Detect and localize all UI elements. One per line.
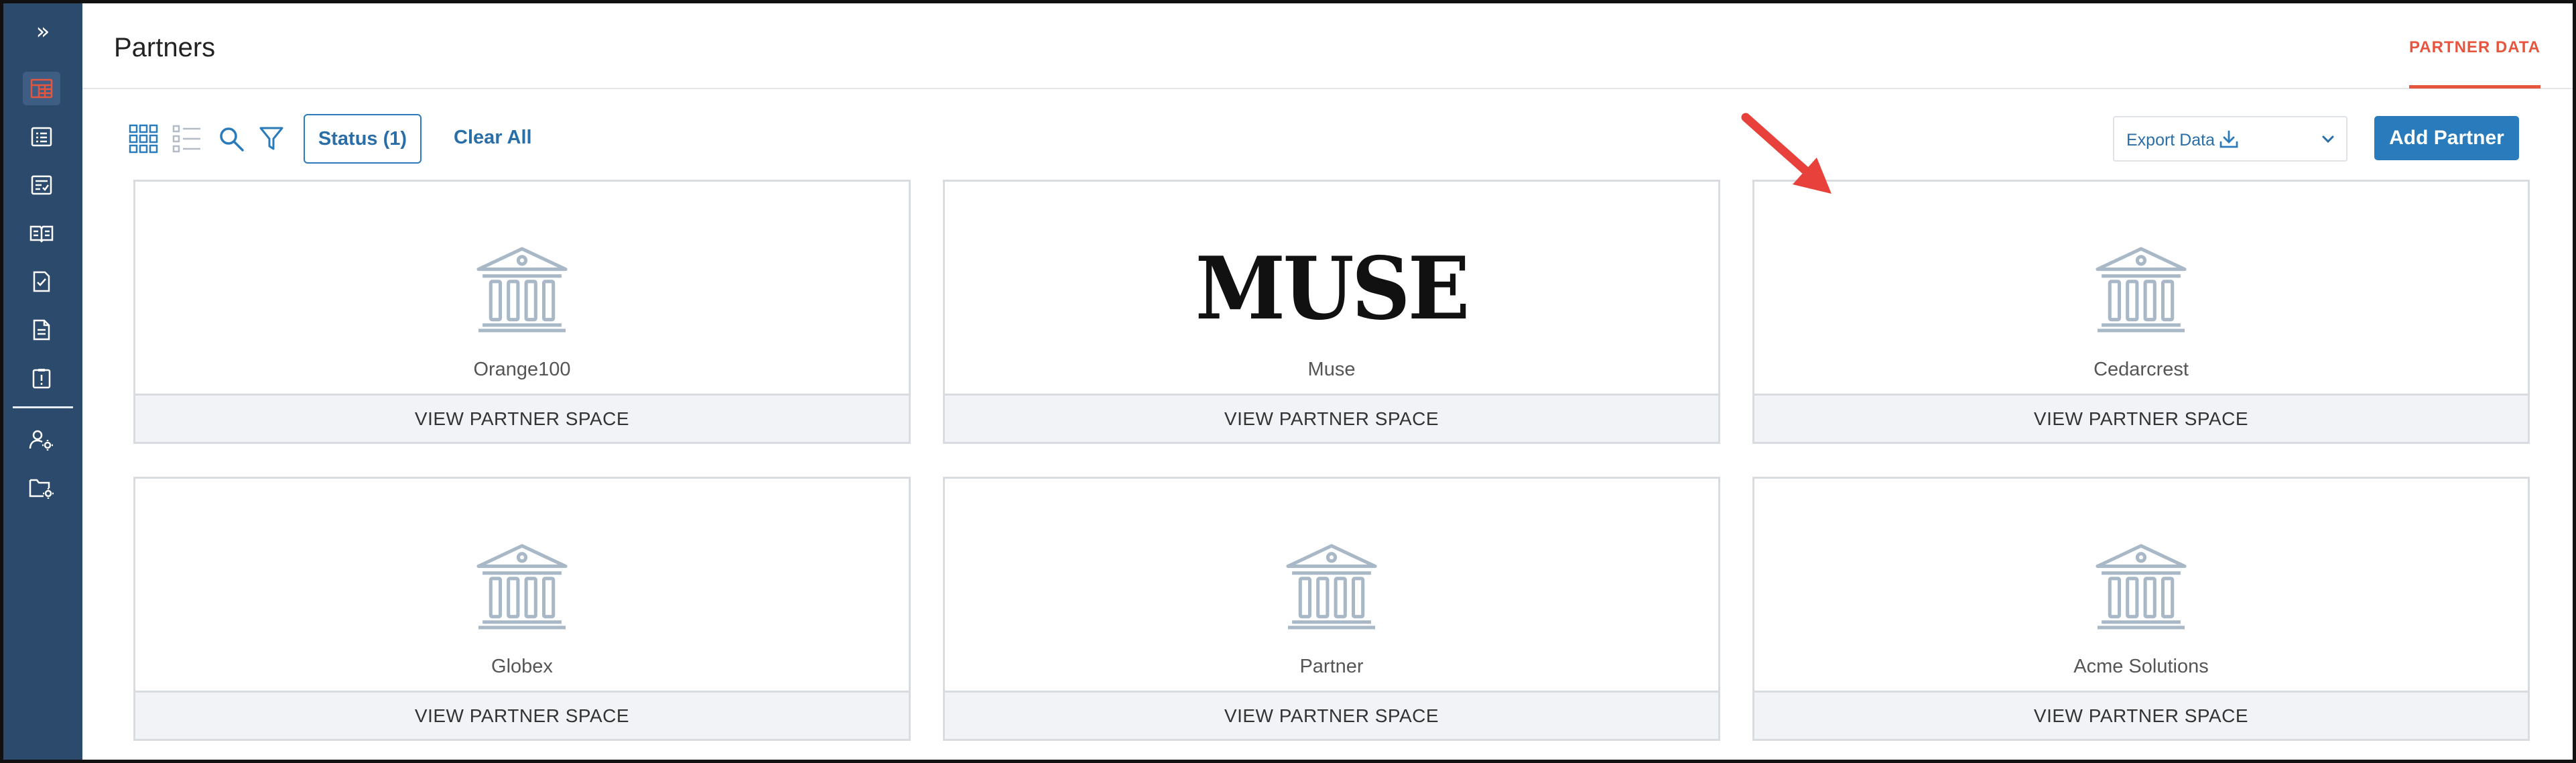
folder-gear-icon — [29, 479, 54, 499]
partner-logo — [1754, 539, 2528, 633]
chevron-down-icon — [2322, 135, 2334, 143]
sidebar-item-user-settings[interactable] — [23, 423, 60, 457]
sidebar-item-checklist[interactable] — [23, 168, 60, 202]
search-icon — [220, 127, 244, 152]
clear-all-link[interactable]: Clear All — [454, 127, 532, 149]
view-partner-space-button[interactable]: VIEW PARTNER SPACE — [1754, 691, 2528, 739]
list-view-button[interactable] — [170, 123, 204, 155]
clipboard-alert-icon — [32, 369, 51, 389]
sidebar-divider — [13, 406, 73, 408]
list-box-icon — [31, 127, 52, 147]
building-icon — [2093, 542, 2189, 630]
sidebar-item-folder-settings[interactable] — [23, 471, 60, 505]
sidebar: » — [3, 3, 82, 760]
view-partner-space-button[interactable]: VIEW PARTNER SPACE — [1754, 394, 2528, 442]
partner-logo — [135, 539, 909, 633]
partner-card[interactable]: Globex VIEW PARTNER SPACE — [133, 477, 911, 741]
muse-logo-text: MUSE — [1196, 239, 1470, 339]
partner-logo — [1754, 242, 2528, 336]
partner-card[interactable]: MUSE Muse VIEW PARTNER SPACE — [943, 180, 1720, 444]
download-icon — [2219, 130, 2238, 148]
sidebar-item-clipboard-alert[interactable] — [23, 361, 60, 395]
export-data-label: Export Data — [2126, 131, 2215, 150]
sidebar-item-book[interactable] — [23, 217, 60, 250]
building-grid-icon — [30, 78, 53, 99]
partner-name: Cedarcrest — [2094, 359, 2189, 380]
partner-card[interactable]: Cedarcrest VIEW PARTNER SPACE — [1752, 180, 2530, 444]
annotation-arrow-icon — [1741, 113, 1831, 194]
building-icon — [2093, 245, 2189, 333]
partner-logo — [945, 539, 1718, 633]
building-icon — [1283, 542, 1380, 630]
filter-button[interactable] — [254, 123, 289, 155]
view-partner-space-button[interactable]: VIEW PARTNER SPACE — [135, 394, 909, 442]
page-header: Partners PARTNER DATA — [82, 3, 2573, 89]
tab-partner-data[interactable]: PARTNER DATA — [2409, 38, 2540, 89]
partner-name: Orange100 — [473, 359, 571, 380]
partner-name: Muse — [1307, 359, 1356, 380]
sidebar-item-list[interactable] — [23, 120, 60, 154]
partner-name: Globex — [491, 656, 553, 677]
partner-card[interactable]: Acme Solutions VIEW PARTNER SPACE — [1752, 477, 2530, 741]
document-check-icon — [33, 271, 50, 292]
app-frame: » Partners PARTNER DATA Status (1) Clear… — [0, 0, 2576, 763]
view-partner-space-button[interactable]: VIEW PARTNER SPACE — [135, 691, 909, 739]
partner-name: Partner — [1299, 656, 1364, 677]
partner-card[interactable]: Partner VIEW PARTNER SPACE — [943, 477, 1720, 741]
building-icon — [474, 542, 570, 630]
sidebar-item-document[interactable] — [23, 313, 60, 347]
view-partner-space-button[interactable]: VIEW PARTNER SPACE — [945, 394, 1718, 442]
document-icon — [33, 319, 50, 341]
list-view-icon — [172, 125, 200, 153]
partner-name: Acme Solutions — [2073, 656, 2209, 677]
sidebar-item-partners[interactable] — [23, 72, 60, 105]
view-partner-space-button[interactable]: VIEW PARTNER SPACE — [945, 691, 1718, 739]
partner-logo — [135, 242, 909, 336]
partner-logo: MUSE — [945, 239, 1718, 339]
search-button[interactable] — [214, 123, 249, 155]
page-title: Partners — [114, 33, 216, 62]
sidebar-item-document-check[interactable] — [23, 265, 60, 298]
open-book-icon — [29, 225, 54, 243]
partner-card[interactable]: Orange100 VIEW PARTNER SPACE — [133, 180, 911, 444]
double-chevron-right-icon: » — [36, 18, 50, 45]
status-filter-button[interactable]: Status (1) — [304, 114, 422, 164]
filter-icon — [259, 127, 283, 150]
grid-view-button[interactable] — [126, 123, 161, 155]
checklist-icon — [31, 175, 52, 195]
user-gear-icon — [29, 430, 53, 451]
grid-view-icon — [129, 124, 158, 154]
sidebar-expand-button[interactable]: » — [3, 13, 82, 50]
building-icon — [474, 245, 570, 333]
add-partner-button[interactable]: Add Partner — [2374, 116, 2519, 160]
export-data-select[interactable]: Export Data — [2113, 116, 2347, 162]
